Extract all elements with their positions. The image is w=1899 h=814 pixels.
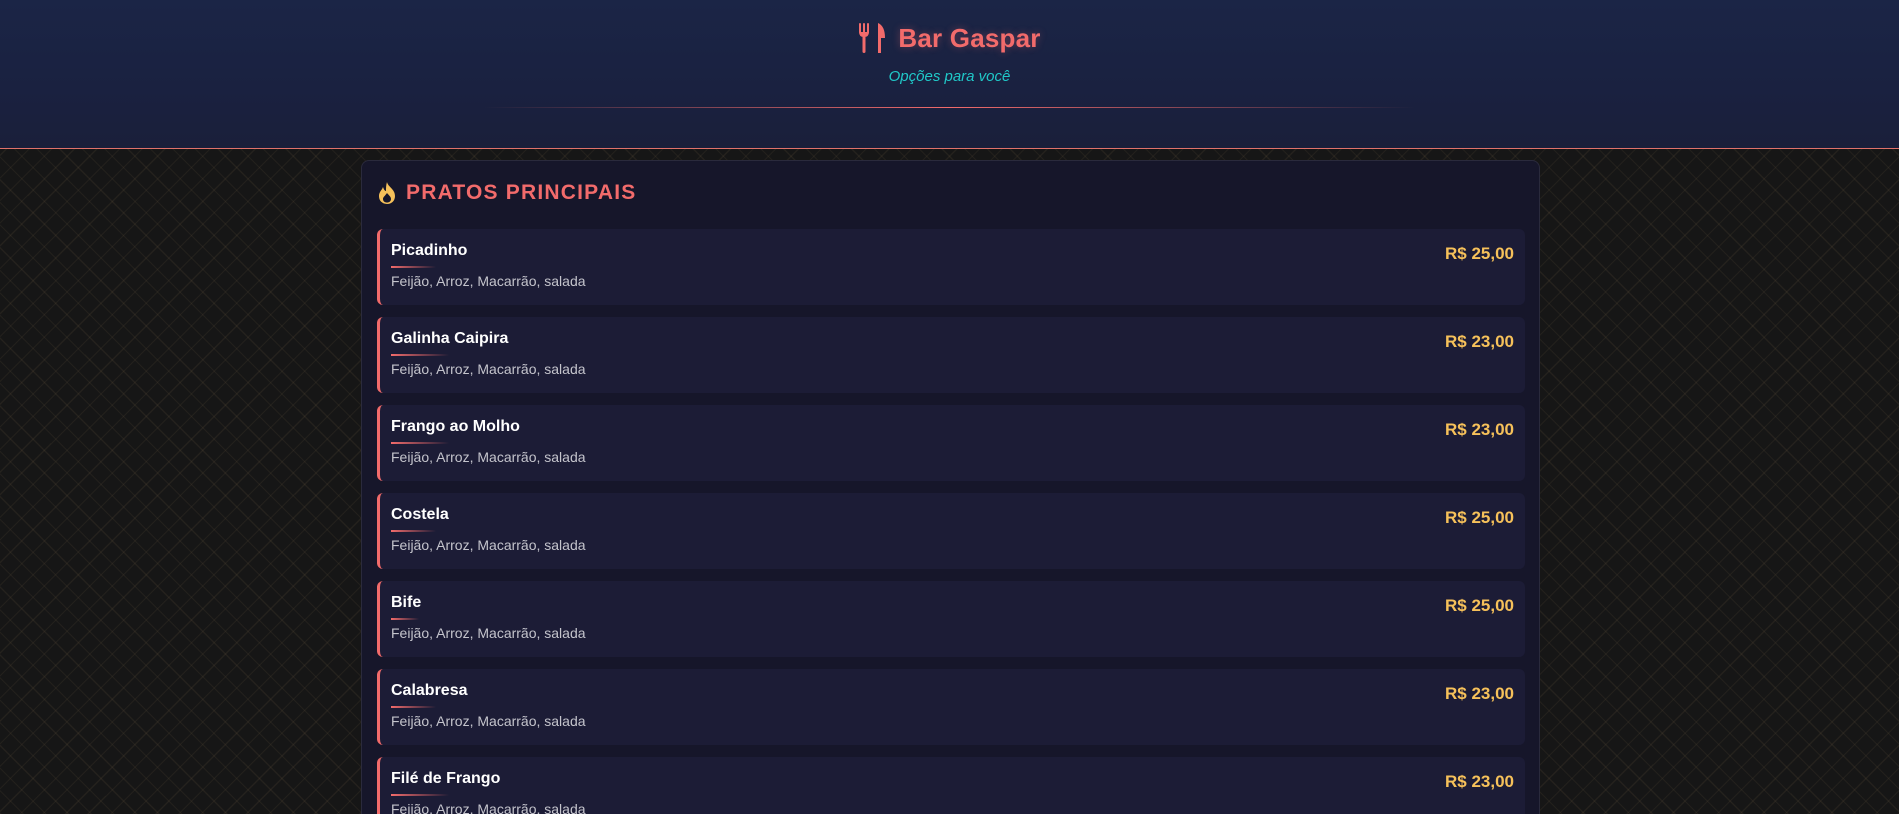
item-underline bbox=[391, 530, 436, 532]
item-description: Feijão, Arroz, Macarrão, salada bbox=[391, 713, 586, 729]
menu-item[interactable]: Costela Feijão, Arroz, Macarrão, salada … bbox=[377, 493, 1525, 569]
item-name: Costela bbox=[391, 506, 449, 523]
item-name: Picadinho bbox=[391, 242, 468, 259]
section-title: PRATOS PRINCIPAIS bbox=[406, 181, 637, 204]
utensils-icon bbox=[858, 22, 886, 54]
item-description: Feijão, Arroz, Macarrão, salada bbox=[391, 273, 586, 289]
item-price: R$ 23,00 bbox=[1445, 684, 1514, 703]
item-underline bbox=[391, 354, 449, 356]
title-row: Bar Gaspar bbox=[0, 22, 1899, 58]
menu-panel: PRATOS PRINCIPAIS Picadinho Feijão, Arro… bbox=[361, 160, 1540, 814]
item-underline bbox=[391, 706, 436, 708]
item-price: R$ 25,00 bbox=[1445, 596, 1514, 615]
item-name: Bife bbox=[391, 594, 422, 611]
item-price: R$ 23,00 bbox=[1445, 772, 1514, 791]
menu-item[interactable]: Picadinho Feijão, Arroz, Macarrão, salad… bbox=[377, 229, 1525, 305]
item-price: R$ 23,00 bbox=[1445, 332, 1514, 351]
item-description: Feijão, Arroz, Macarrão, salada bbox=[391, 625, 586, 641]
item-name: Filé de Frango bbox=[391, 770, 501, 787]
page-header: Bar Gaspar Opções para você bbox=[0, 0, 1899, 149]
item-description: Feijão, Arroz, Macarrão, salada bbox=[391, 449, 586, 465]
subtitle: Opções para você bbox=[888, 68, 1011, 85]
item-price: R$ 23,00 bbox=[1445, 420, 1514, 439]
item-description: Feijão, Arroz, Macarrão, salada bbox=[391, 537, 586, 553]
item-price: R$ 25,00 bbox=[1445, 508, 1514, 527]
item-underline bbox=[391, 266, 436, 268]
item-description: Feijão, Arroz, Macarrão, salada bbox=[391, 801, 586, 814]
menu-item[interactable]: Frango ao Molho Feijão, Arroz, Macarrão,… bbox=[377, 405, 1525, 481]
item-name: Calabresa bbox=[391, 682, 468, 699]
item-name: Frango ao Molho bbox=[391, 418, 520, 435]
menu-item[interactable]: Filé de Frango Feijão, Arroz, Macarrão, … bbox=[377, 757, 1525, 814]
section-header: PRATOS PRINCIPAIS bbox=[376, 181, 636, 205]
item-underline bbox=[391, 442, 449, 444]
app-title: Bar Gaspar bbox=[898, 22, 1041, 53]
header-divider bbox=[484, 107, 1415, 108]
item-price: R$ 25,00 bbox=[1445, 244, 1514, 263]
menu-item[interactable]: Calabresa Feijão, Arroz, Macarrão, salad… bbox=[377, 669, 1525, 745]
item-underline bbox=[391, 794, 449, 796]
menu-item[interactable]: Galinha Caipira Feijão, Arroz, Macarrão,… bbox=[377, 317, 1525, 393]
item-description: Feijão, Arroz, Macarrão, salada bbox=[391, 361, 586, 377]
fire-icon bbox=[376, 181, 398, 205]
item-name: Galinha Caipira bbox=[391, 330, 509, 347]
menu-item[interactable]: Bife Feijão, Arroz, Macarrão, salada R$ … bbox=[377, 581, 1525, 657]
item-underline bbox=[391, 618, 419, 620]
